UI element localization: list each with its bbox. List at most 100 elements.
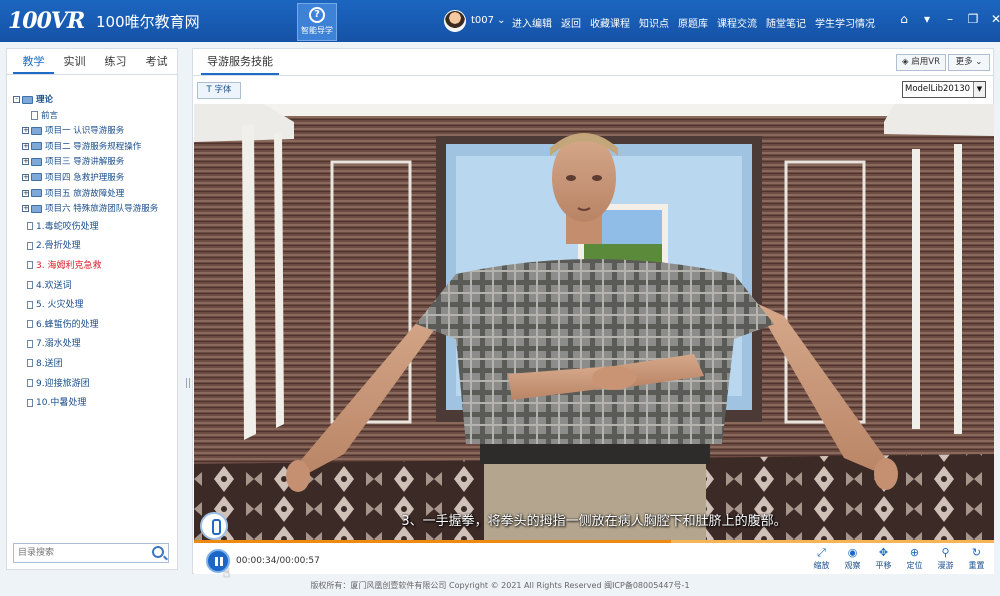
home-icon[interactable]: ⌂	[898, 12, 910, 26]
document-icon	[27, 300, 33, 309]
document-icon	[27, 281, 33, 290]
zoom-button[interactable]: ⤢ 缩放	[808, 547, 835, 571]
folder-icon	[31, 126, 42, 135]
reset-button[interactable]: ↻ 重置	[963, 547, 990, 571]
document-icon	[27, 359, 33, 368]
tree-project[interactable]: + 项目四 急救护理服务	[13, 171, 177, 187]
zoom-icon: ⤢	[817, 546, 826, 559]
top-bar: 100VR 100唯尔教育网 ? 智能导学 t007 ⌄ 进入编辑 返回 收藏课…	[0, 0, 1000, 42]
question-icon: ?	[309, 7, 325, 23]
list-item[interactable]: 1.毒蛇咬伤处理	[13, 218, 177, 238]
progress-bar[interactable]	[194, 540, 994, 543]
left-panel: 教学 实训 练习 考试 - 理论 前言 + 项目一 认识导游服务 + 项目二 导游服务…	[6, 48, 178, 570]
folder-icon	[31, 204, 42, 213]
font-button[interactable]: T 字体	[197, 82, 241, 99]
maximize-icon[interactable]: ❐	[967, 12, 979, 26]
brand-name: 100唯尔教育网	[96, 13, 200, 31]
chevron-down-icon: ▼	[973, 82, 985, 97]
document-icon	[27, 241, 33, 250]
window-controls: ⌂ ▾ – ❐ ✕	[898, 12, 1000, 26]
expand-icon[interactable]: +	[22, 189, 29, 197]
tree-project[interactable]: + 项目五 旅游故障处理	[13, 187, 177, 203]
user-menu[interactable]: t007 ⌄	[471, 15, 506, 26]
smart-guide-button[interactable]: ? 智能导学	[297, 3, 337, 41]
pan-button[interactable]: ✥ 平移	[870, 547, 897, 571]
search-icon[interactable]	[152, 546, 164, 558]
eye-icon: ◉	[847, 546, 858, 559]
smart-guide-label: 智能导学	[301, 26, 333, 35]
close-icon[interactable]: ✕	[990, 12, 1000, 26]
expand-icon[interactable]: +	[22, 127, 29, 135]
reset-icon: ↻	[971, 546, 982, 559]
list-item[interactable]: 6.蜂蜇伤的处理	[13, 316, 177, 336]
footer-copyright: 版权所有：厦门风凰创壹软件有限公司 Copyright © 2021 All R…	[310, 581, 690, 590]
list-item[interactable]: 2.骨折处理	[13, 237, 177, 257]
tree-project[interactable]: + 项目一 认识导游服务	[13, 124, 177, 140]
tab-practice[interactable]: 练习	[95, 49, 136, 74]
tree-item-preface[interactable]: 前言	[13, 109, 177, 125]
expand-icon[interactable]: +	[22, 205, 29, 213]
list-item[interactable]: 10.中暑处理	[13, 394, 177, 414]
tree-root[interactable]: - 理论	[13, 93, 177, 109]
hand-cursor-icon: ☝	[223, 566, 231, 580]
list-item[interactable]: 8.送团	[13, 355, 177, 375]
document-icon	[27, 320, 33, 329]
enable-vr-button[interactable]: ◈ 启用VR	[896, 54, 946, 71]
player-controls: ☝ 00:00:34/00:00:57 ⤢ 缩放 ◉ 观察 ✥ 平移 ⊕ 定位 ⚲ 漫游 …	[194, 540, 994, 579]
list-item[interactable]: 9.迎接旅游团	[13, 375, 177, 395]
nav-question-bank[interactable]: 原题库	[678, 15, 708, 30]
expand-icon[interactable]: +	[22, 158, 29, 166]
nav-favorite[interactable]: 收藏课程	[590, 15, 630, 30]
folder-icon	[31, 173, 42, 182]
list-item-active[interactable]: 3. 海姆利克急救	[13, 257, 177, 277]
model-select[interactable]: ModelLib20130 ▼	[902, 81, 986, 98]
view-tools: ⤢ 缩放 ◉ 观察 ✥ 平移 ⊕ 定位 ⚲ 漫游 ↻ 重置	[808, 547, 990, 571]
list-item[interactable]: 4.欢送词	[13, 277, 177, 297]
avatar[interactable]	[444, 10, 466, 32]
roam-button[interactable]: ⚲ 漫游	[932, 547, 959, 571]
pin-icon: ⚲	[941, 546, 950, 559]
target-icon: ⊕	[909, 546, 920, 559]
tab-training[interactable]: 实训	[54, 49, 95, 74]
attachment-icon[interactable]	[200, 512, 228, 540]
folder-icon	[31, 142, 42, 151]
list-item[interactable]: 5. 火灾处理	[13, 296, 177, 316]
more-button[interactable]: 更多 ⌄	[948, 54, 990, 71]
document-icon	[27, 398, 33, 407]
minimize-icon[interactable]: –	[944, 12, 956, 26]
time-display: 00:00:34/00:00:57	[236, 556, 320, 566]
nav-notes[interactable]: 随堂笔记	[766, 15, 806, 30]
locate-button[interactable]: ⊕ 定位	[901, 547, 928, 571]
tree-project[interactable]: + 项目二 导游服务规程操作	[13, 140, 177, 156]
progress-fill	[194, 540, 671, 543]
nav-course-forum[interactable]: 课程交流	[717, 15, 757, 30]
nav-edit[interactable]: 进入编辑	[512, 15, 552, 30]
logo: 100VR	[8, 8, 85, 34]
splitter-handle-icon[interactable]	[186, 378, 190, 388]
tab-guide-skills[interactable]: 导游服务技能	[201, 49, 279, 75]
expand-icon[interactable]: +	[22, 142, 29, 150]
nav-student-progress[interactable]: 学生学习情况	[815, 15, 875, 30]
document-icon	[31, 110, 38, 120]
tree-project[interactable]: + 项目三 导游讲解服务	[13, 155, 177, 171]
tab-exam[interactable]: 考试	[136, 49, 177, 74]
left-tabs: 教学 实训 练习 考试	[7, 49, 177, 75]
nav-knowledge[interactable]: 知识点	[639, 15, 669, 30]
tree-project[interactable]: + 项目六 特殊旅游团队导游服务	[13, 202, 177, 218]
tab-divider	[193, 75, 993, 76]
search-input[interactable]	[14, 544, 144, 562]
scene-illustration	[194, 104, 994, 540]
panel-splitter[interactable]	[185, 48, 191, 570]
list-item[interactable]: 7.溺水处理	[13, 335, 177, 355]
document-icon	[27, 339, 33, 348]
3d-viewport[interactable]: 3、一手握拳，将拳头的拇指一侧放在病人胸腔下和肚脐上的腹部。	[194, 104, 994, 540]
nav-back[interactable]: 返回	[561, 15, 581, 30]
collapse-icon[interactable]: -	[13, 96, 20, 103]
folder-icon	[22, 95, 33, 104]
top-nav: 进入编辑 返回 收藏课程 知识点 原题库 课程交流 随堂笔记 学生学习情况	[512, 15, 875, 30]
observe-button[interactable]: ◉ 观察	[839, 547, 866, 571]
expand-icon[interactable]: +	[22, 173, 29, 181]
tab-teaching[interactable]: 教学	[13, 49, 54, 74]
document-icon	[27, 261, 33, 270]
dropdown-icon[interactable]: ▾	[921, 12, 933, 26]
